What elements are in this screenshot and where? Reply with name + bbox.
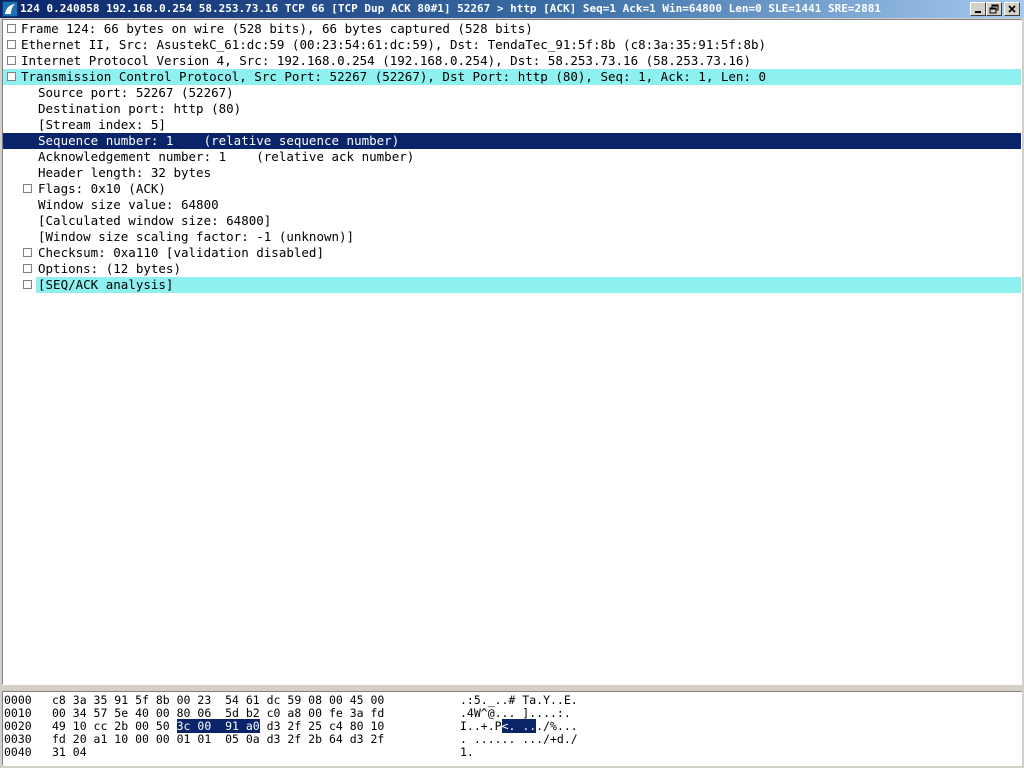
window-title: 124 0.240858 192.168.0.254 58.253.73.16 …: [20, 2, 881, 15]
tree-item-ethernet[interactable]: Ethernet II, Src: AsustekC_61:dc:59 (00:…: [3, 37, 1021, 53]
tree-item-stream-index[interactable]: [Stream index: 5]: [3, 117, 1021, 133]
tree-item-flags[interactable]: Flags: 0x10 (ACK): [3, 181, 1021, 197]
tree-item-label: Destination port: http (80): [38, 101, 242, 116]
tree-item-label: Sequence number: 1 (relative sequence nu…: [38, 133, 400, 148]
tree-item-label: Options: (12 bytes): [38, 261, 181, 276]
tree-item-calc-window[interactable]: [Calculated window size: 64800]: [3, 213, 1021, 229]
tree-item-label: Frame 124: 66 bytes on wire (528 bits), …: [21, 21, 533, 36]
hex-bytes[interactable]: fd 20 a1 10 00 00 01 01 05 0a d3 2f 2b 6…: [52, 733, 384, 746]
tree-item-label: Ethernet II, Src: AsustekC_61:dc:59 (00:…: [21, 37, 767, 52]
wireshark-packet-window: 124 0.240858 192.168.0.254 58.253.73.16 …: [0, 0, 1024, 768]
tree-item-dst-port[interactable]: Destination port: http (80): [3, 101, 1021, 117]
close-icon: [1008, 5, 1016, 13]
tree-item-label: [Stream index: 5]: [38, 117, 166, 132]
expand-plus-icon[interactable]: [23, 264, 32, 273]
tree-item-window-scaling[interactable]: [Window size scaling factor: -1 (unknown…: [3, 229, 1021, 245]
tree-item-ack-number[interactable]: Acknowledgement number: 1 (relative ack …: [3, 149, 1021, 165]
tree-item-checksum[interactable]: Checksum: 0xa110 [validation disabled]: [3, 245, 1021, 261]
hex-selection[interactable]: 3c 00 91 a0: [176, 719, 260, 733]
tree-item-label: Source port: 52267 (52267): [38, 85, 234, 100]
restore-icon: [989, 4, 999, 14]
hex-ascii[interactable]: . ...... .../+d./: [460, 733, 578, 746]
tree-item-seq-ack-analysis[interactable]: [SEQ/ACK analysis]: [3, 277, 1021, 293]
hex-bytes[interactable]: 31 04: [52, 746, 87, 759]
tree-item-tcp[interactable]: Transmission Control Protocol, Src Port:…: [3, 69, 1021, 85]
hex-ascii[interactable]: 1.: [460, 746, 474, 759]
tree-item-src-port[interactable]: Source port: 52267 (52267): [3, 85, 1021, 101]
tree-item-window-size[interactable]: Window size value: 64800: [3, 197, 1021, 213]
tree-item-ip[interactable]: Internet Protocol Version 4, Src: 192.16…: [3, 53, 1021, 69]
tree-item-options[interactable]: Options: (12 bytes): [3, 261, 1021, 277]
close-button[interactable]: [1004, 2, 1020, 16]
restore-button[interactable]: [986, 2, 1002, 16]
expand-plus-icon[interactable]: [7, 56, 16, 65]
expand-plus-icon[interactable]: [7, 24, 16, 33]
tree-item-label: Internet Protocol Version 4, Src: 192.16…: [21, 53, 751, 68]
packet-bytes-pane[interactable]: 0000 c8 3a 35 91 5f 8b 00 23 54 61 dc 59…: [2, 691, 1022, 766]
packet-details-tree[interactable]: Frame 124: 66 bytes on wire (528 bits), …: [2, 19, 1022, 685]
ascii-selection[interactable]: <. ..: [501, 719, 537, 733]
tree-item-label: [Calculated window size: 64800]: [38, 213, 272, 228]
expand-plus-icon[interactable]: [23, 248, 32, 257]
tree-item-label: [Window size scaling factor: -1 (unknown…: [38, 229, 355, 244]
expand-plus-icon[interactable]: [7, 40, 16, 49]
tree-item-header-length[interactable]: Header length: 32 bytes: [3, 165, 1021, 181]
tree-item-frame[interactable]: Frame 124: 66 bytes on wire (528 bits), …: [3, 21, 1021, 37]
tree-item-label: Checksum: 0xa110 [validation disabled]: [38, 245, 324, 260]
minimize-icon: [975, 11, 981, 13]
tree-item-label: Window size value: 64800: [38, 197, 219, 212]
minimize-button[interactable]: [970, 2, 986, 16]
wireshark-fin-icon: [2, 1, 18, 17]
hex-row[interactable]: 0040 31 04 1.: [4, 745, 474, 759]
expand-plus-icon[interactable]: [23, 280, 32, 289]
row-highlight: [36, 277, 1021, 293]
tree-item-seq-number[interactable]: Sequence number: 1 (relative sequence nu…: [3, 133, 1021, 149]
tree-item-label: Header length: 32 bytes: [38, 165, 212, 180]
collapse-minus-icon[interactable]: [7, 72, 16, 81]
tree-item-label: Transmission Control Protocol, Src Port:…: [21, 69, 767, 84]
title-bar[interactable]: 124 0.240858 192.168.0.254 58.253.73.16 …: [0, 0, 1024, 18]
tree-item-label: Flags: 0x10 (ACK): [38, 181, 166, 196]
tree-item-label: Acknowledgement number: 1 (relative ack …: [38, 149, 415, 164]
tree-item-label: [SEQ/ACK analysis]: [38, 277, 174, 292]
expand-plus-icon[interactable]: [23, 184, 32, 193]
hex-offset: 0040: [4, 745, 32, 759]
